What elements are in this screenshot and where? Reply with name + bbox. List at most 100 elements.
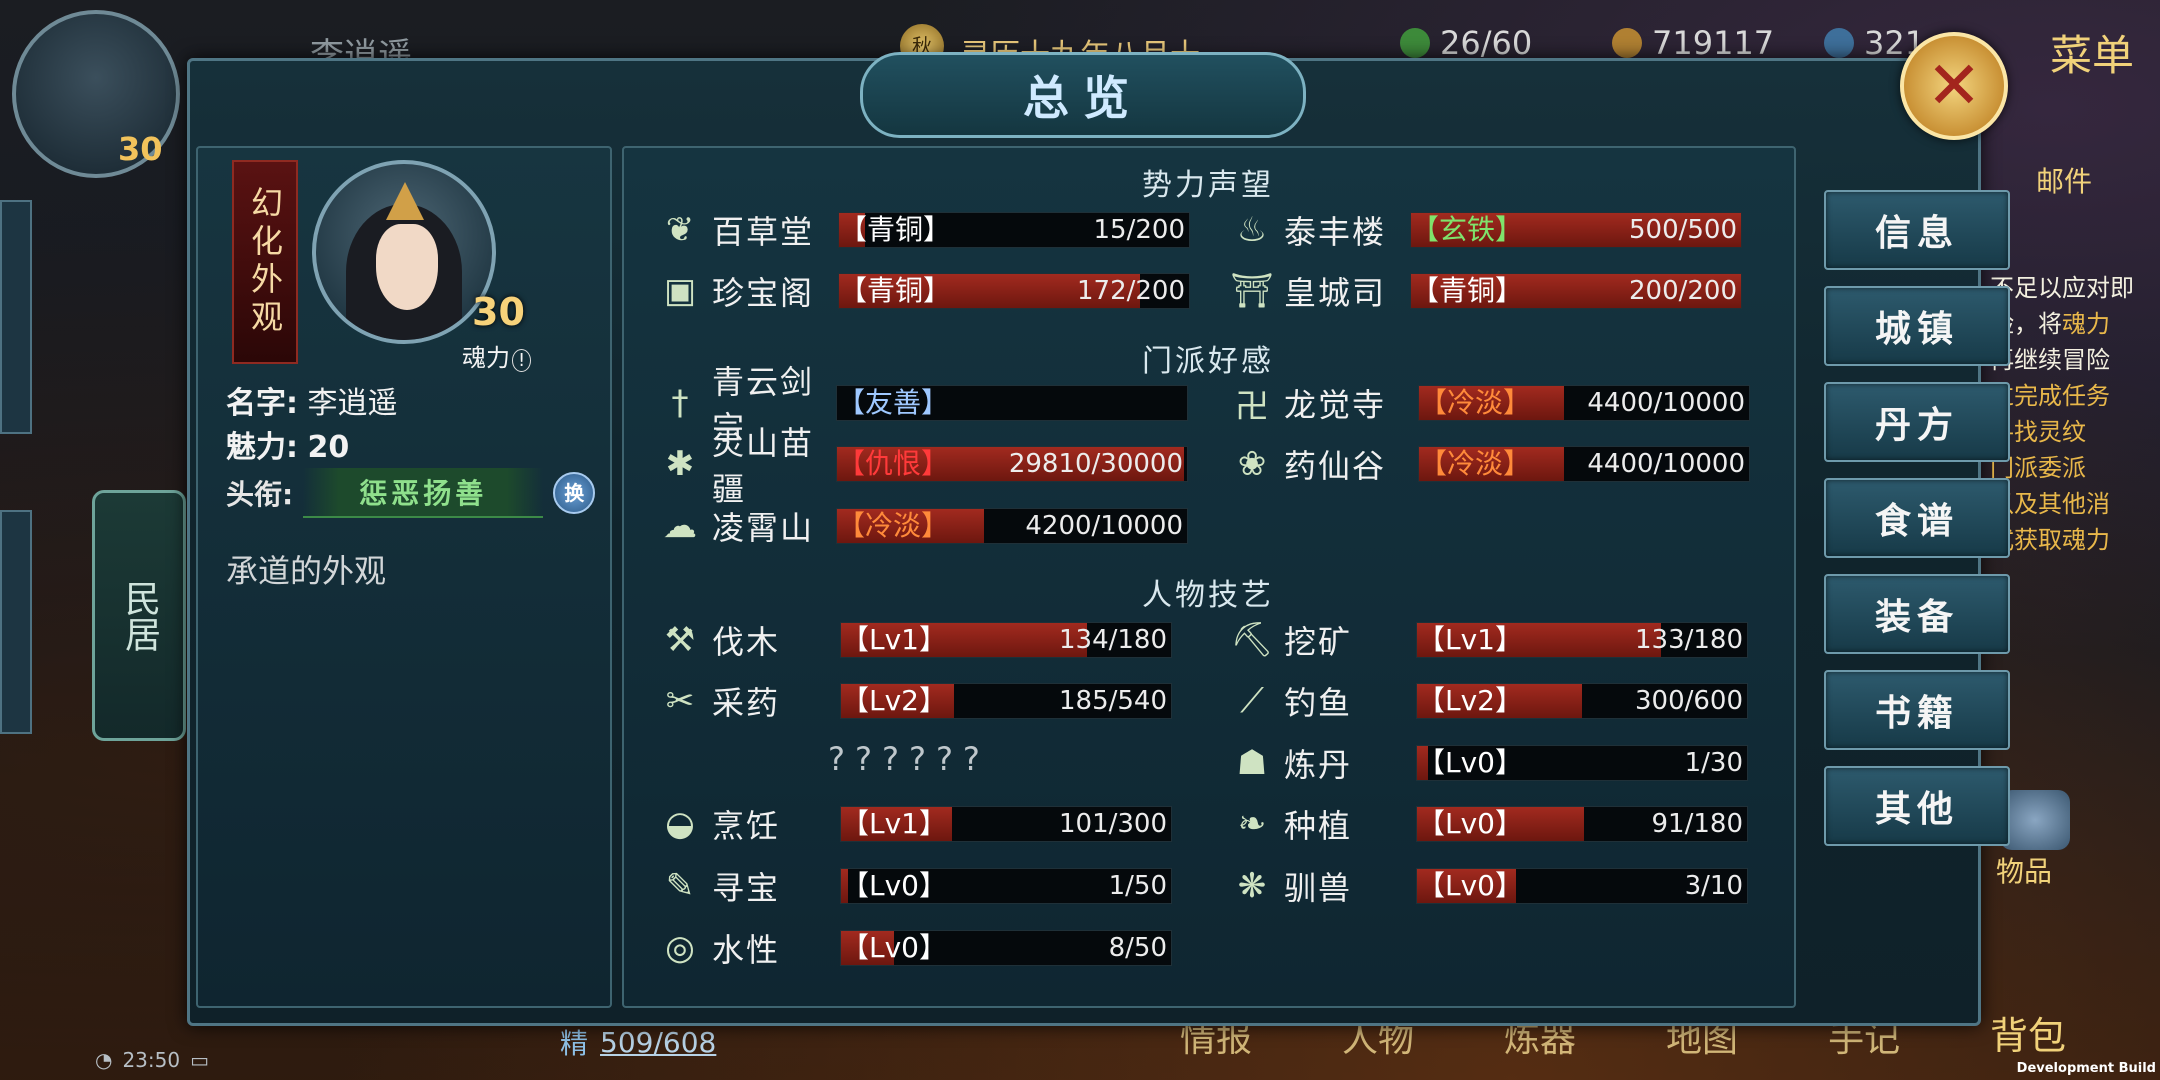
swap-title-button[interactable]: 换 xyxy=(553,472,596,514)
stat-row: ▣ 珍宝阁 【青铜】 172/200 xyxy=(658,268,1190,314)
bag-button[interactable]: 背包 xyxy=(1990,1005,2066,1060)
progress-bar: 【青铜】 15/200 xyxy=(838,212,1190,248)
progress-value: 1/30 xyxy=(1684,748,1743,778)
progress-bar: 【Lv2】 300/600 xyxy=(1416,683,1748,719)
left-edge-decoration xyxy=(0,510,32,734)
stat-name: 烹饪 xyxy=(712,807,781,845)
name-value: 李逍遥 xyxy=(307,386,398,421)
fishing-rod-icon: ⟋ xyxy=(1240,681,1264,721)
treasure-chest-icon: ▣ xyxy=(663,271,697,311)
progress-bar: 【玄铁】 500/500 xyxy=(1410,212,1742,248)
portrait-face xyxy=(376,224,438,310)
soul-power-label[interactable]: 魂力! xyxy=(462,338,532,373)
side-menu-town[interactable]: 城镇 xyxy=(1824,286,2010,366)
side-menu-other[interactable]: 其他 xyxy=(1824,766,2010,846)
tier-label: 【Lv2】 xyxy=(841,684,947,717)
progress-bar: 【冷淡】 4400/10000 xyxy=(1418,446,1750,482)
progress-value: 15/200 xyxy=(1093,215,1185,245)
close-icon: ✕ xyxy=(1926,47,1982,124)
charm-key: 魅力: xyxy=(226,430,298,465)
tier-label: 【Lv0】 xyxy=(841,869,947,902)
stat-name: 种植 xyxy=(1284,807,1353,845)
buddha-icon: 卍 xyxy=(1235,386,1269,427)
tier-label: 【青铜】 xyxy=(1411,274,1524,307)
left-edge-decoration xyxy=(0,200,32,434)
progress-value: 300/600 xyxy=(1634,686,1743,716)
stat-row: ❧ 种植 【Lv0】 91/180 xyxy=(1230,801,1748,847)
charm-value: 20 xyxy=(307,430,350,465)
title-key: 头衔: xyxy=(226,478,294,511)
quest-line: 过完成任务 xyxy=(1990,382,2110,410)
name-key: 名字: xyxy=(226,386,298,421)
stat-name: 伐木 xyxy=(712,623,781,661)
stat-row: ◎ 水性 【Lv0】 8/50 xyxy=(658,925,1172,971)
tier-label: 【冷淡】 xyxy=(1419,386,1532,419)
soul-level: 30 xyxy=(472,290,525,334)
sect-favor-section-title: 门派好感 xyxy=(1142,344,1274,379)
side-menu-cookbook[interactable]: 食谱 xyxy=(1824,478,2010,558)
resource-value: 719117 xyxy=(1652,24,1775,62)
stamina-label: 精 xyxy=(560,1027,589,1060)
progress-value: 500/500 xyxy=(1628,215,1737,245)
stat-name: 钓鱼 xyxy=(1284,684,1353,722)
resource-coin: 719117 xyxy=(1612,24,1774,62)
appearance-tab[interactable]: 幻化外观 xyxy=(232,160,298,364)
pickaxe-icon: ⛏ xyxy=(1230,620,1274,660)
stat-name: 采药 xyxy=(712,684,781,722)
progress-bar: 【Lv2】 185/540 xyxy=(840,683,1172,719)
stat-name: 炼丹 xyxy=(1284,746,1353,784)
items-button[interactable]: 物品 xyxy=(1996,850,2052,890)
side-menu-equipment[interactable]: 装备 xyxy=(1824,574,2010,654)
menu-button[interactable]: 菜单 xyxy=(2050,22,2134,83)
character-portrait xyxy=(312,160,496,344)
item-bag-icon[interactable] xyxy=(2000,790,2070,850)
quest-line: 以及其他消 xyxy=(1990,490,2110,518)
info-icon[interactable]: ! xyxy=(512,349,532,372)
stat-row: ⟋ 钓鱼 【Lv2】 300/600 xyxy=(1230,678,1748,724)
stat-name: 皇城司 xyxy=(1284,274,1387,312)
stat-name: 龙觉寺 xyxy=(1284,386,1387,424)
progress-bar: 【青铜】 200/200 xyxy=(1410,273,1742,309)
stat-row: ✱ 灵山苗疆 【仇恨】 29810/30000 xyxy=(658,424,1188,508)
housing-button[interactable]: 民居 xyxy=(92,490,186,741)
stamina-value: 509/608 xyxy=(600,1025,717,1059)
cooking-pot-icon: ◒ xyxy=(665,804,695,844)
stat-name: 水性 xyxy=(712,931,781,969)
progress-bar: 【友善】 xyxy=(836,385,1188,421)
stat-name: 挖矿 xyxy=(1284,623,1353,661)
side-menu-books[interactable]: 书籍 xyxy=(1824,670,2010,750)
cauldron-icon: ☗ xyxy=(1236,743,1268,783)
progress-value: 172/200 xyxy=(1076,276,1185,306)
close-button[interactable]: ✕ xyxy=(1900,32,2008,140)
lotus-icon: ❀ xyxy=(1237,444,1267,484)
stat-row: ☗ 炼丹 【Lv0】 1/30 xyxy=(1230,740,1748,786)
tier-label: 【Lv0】 xyxy=(1417,807,1523,840)
tier-label: 【Lv0】 xyxy=(1417,746,1523,779)
cloud-dragon-icon: ☁ xyxy=(663,506,697,546)
reputation-section-title: 势力声望 xyxy=(1142,168,1274,203)
stat-row: ☁ 凌霄山 【冷淡】 4200/10000 xyxy=(658,503,1188,549)
stat-row: ⚒ 伐木 【Lv1】 134/180 xyxy=(658,617,1172,663)
quest-hint-text: 不足以应对即 险，将魂力 再继续冒险 过完成任务 寻找灵纹 门派委派 以及其他消… xyxy=(1990,270,2160,558)
resource-spiral: 26/60 xyxy=(1400,24,1532,62)
dev-build-watermark: Development Build xyxy=(2016,1061,2156,1076)
soul-icon xyxy=(1824,28,1854,58)
progress-value: 4200/10000 xyxy=(1025,511,1183,541)
progress-value: 185/540 xyxy=(1058,686,1167,716)
tier-label: 【Lv1】 xyxy=(841,807,947,840)
resource-value: 26/60 xyxy=(1440,24,1533,62)
progress-value: 8/50 xyxy=(1108,933,1167,963)
stat-row: ♨ 泰丰楼 【玄铁】 500/500 xyxy=(1230,207,1742,253)
progress-bar: 【Lv1】 101/300 xyxy=(840,806,1172,842)
stat-row: ❀ 药仙谷 【冷淡】 4400/10000 xyxy=(1230,441,1750,487)
mail-button[interactable]: 邮件 xyxy=(2036,160,2092,200)
scroll-icon: ✎ xyxy=(665,866,695,906)
progress-bar: 【Lv0】 91/180 xyxy=(1416,806,1748,842)
portrait-crown xyxy=(386,182,424,220)
axe-icon: ⚒ xyxy=(664,620,696,660)
side-menu-recipes[interactable]: 丹方 xyxy=(1824,382,2010,462)
progress-value: 29810/30000 xyxy=(1008,449,1183,479)
sprout-icon: ❧ xyxy=(1237,804,1267,844)
progress-value: 134/180 xyxy=(1058,625,1167,655)
side-menu-info[interactable]: 信息 xyxy=(1824,190,2010,270)
